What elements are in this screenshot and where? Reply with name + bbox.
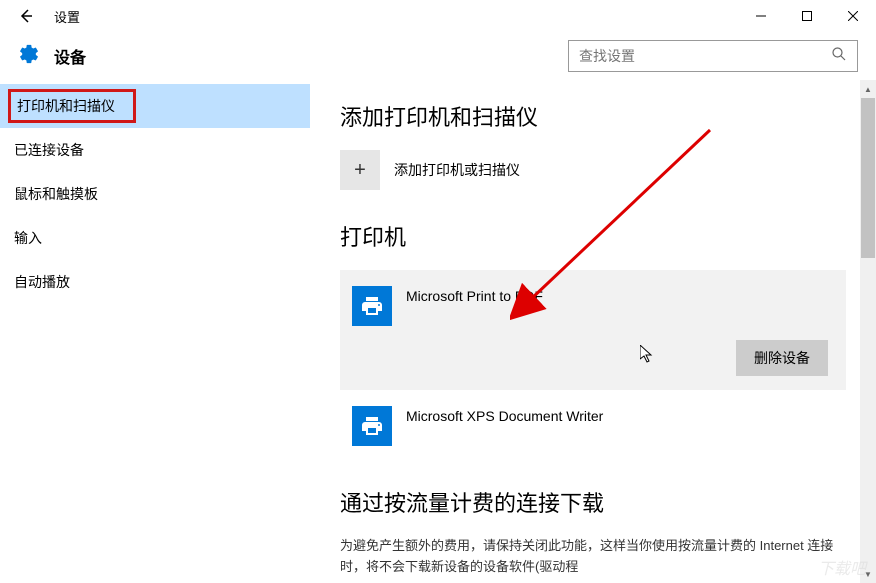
window-controls [738, 0, 876, 32]
printer-label: Microsoft XPS Document Writer [406, 406, 603, 424]
search-icon [831, 46, 847, 67]
printer-item-xps[interactable]: Microsoft XPS Document Writer [340, 390, 846, 456]
sidebar-item-mouse[interactable]: 鼠标和触摸板 [0, 172, 310, 216]
section-metered-title: 通过按流量计费的连接下载 [340, 486, 846, 518]
maximize-button[interactable] [784, 0, 830, 32]
printer-icon [352, 406, 392, 446]
metered-description: 为避免产生额外的费用，请保持关闭此功能，这样当你使用按流量计费的 Interne… [340, 536, 846, 578]
gear-icon [18, 43, 40, 70]
section-add-title: 添加打印机和扫描仪 [340, 100, 846, 132]
minimize-button[interactable] [738, 0, 784, 32]
watermark: 下载吧 [818, 555, 866, 579]
sidebar-item-connected[interactable]: 已连接设备 [0, 128, 310, 172]
sidebar-item-printers[interactable]: 打印机和扫描仪 [0, 84, 310, 128]
scrollbar-thumb[interactable] [861, 98, 875, 258]
plus-icon: + [340, 150, 380, 190]
main-panel: 添加打印机和扫描仪 + 添加打印机或扫描仪 打印机 Microsoft Prin… [310, 80, 876, 583]
sidebar-item-label: 鼠标和触摸板 [14, 184, 98, 204]
titlebar: 设置 [0, 0, 876, 32]
sidebar-item-label: 打印机和扫描仪 [8, 89, 136, 123]
window-title: 设置 [54, 7, 80, 26]
add-printer-label: 添加打印机或扫描仪 [394, 160, 520, 180]
sidebar-item-autoplay[interactable]: 自动播放 [0, 260, 310, 304]
section-printers-title: 打印机 [340, 220, 846, 252]
search-box[interactable] [568, 40, 858, 72]
printer-item-pdf[interactable]: Microsoft Print to PDF 删除设备 [340, 270, 846, 390]
header: 设备 [0, 32, 876, 80]
content-area: 打印机和扫描仪 已连接设备 鼠标和触摸板 输入 自动播放 添加打印机和扫描仪 +… [0, 80, 876, 583]
printer-icon [352, 286, 392, 326]
back-arrow-icon [18, 8, 34, 24]
sidebar-item-label: 输入 [14, 228, 42, 248]
sidebar-item-typing[interactable]: 输入 [0, 216, 310, 260]
sidebar-item-label: 自动播放 [14, 272, 70, 292]
sidebar-item-label: 已连接设备 [14, 140, 84, 160]
back-button[interactable] [10, 0, 42, 32]
remove-device-button[interactable]: 删除设备 [736, 340, 828, 376]
scrollbar-up-icon[interactable]: ▲ [860, 80, 876, 98]
search-input[interactable] [579, 48, 831, 64]
page-title: 设备 [54, 44, 86, 68]
close-button[interactable] [830, 0, 876, 32]
scrollbar[interactable]: ▲ ▼ [860, 80, 876, 583]
sidebar: 打印机和扫描仪 已连接设备 鼠标和触摸板 输入 自动播放 [0, 80, 310, 583]
add-printer-row[interactable]: + 添加打印机或扫描仪 [340, 150, 846, 190]
printer-label: Microsoft Print to PDF [406, 286, 543, 304]
